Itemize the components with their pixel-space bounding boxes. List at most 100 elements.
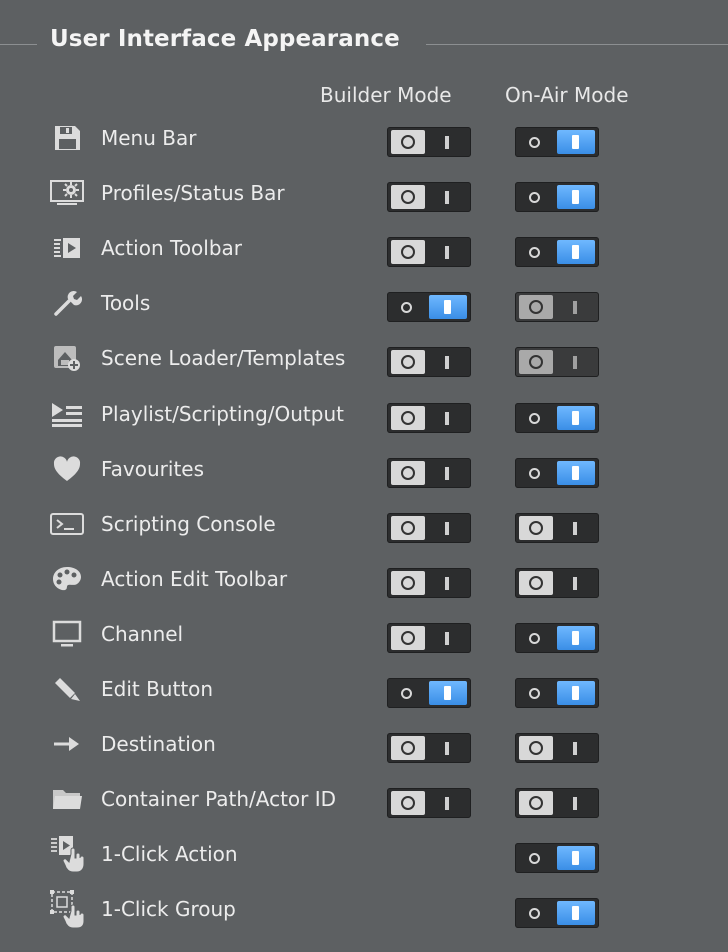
setting-row-channel-on-air-mode-toggle[interactable] [515,622,599,653]
toggle-knob [557,846,595,871]
toggle-off-indicator [529,688,540,699]
setting-row-destination-on-air-mode-toggle[interactable] [515,733,599,764]
setting-row-destination: Destination [0,722,728,764]
setting-row-playlist-scripting-output-builder-mode-toggle[interactable] [387,402,471,433]
setting-row-1-click-group-on-air-mode-toggle[interactable] [515,898,599,929]
toggle-knob [557,681,595,705]
setting-label: Menu Bar [101,126,197,150]
setting-row-menu-bar: Menu Bar [0,116,728,158]
setting-row-action-toolbar-on-air-mode-toggle[interactable] [515,237,599,268]
scene-loader-icon [47,343,87,373]
toggle-knob [519,736,553,761]
toggle-knob [519,350,553,375]
toggle-knob [557,405,595,430]
toggle-knob [557,130,595,154]
toggle-off-indicator [529,853,540,865]
setting-row-tools-builder-mode-toggle[interactable] [387,292,471,323]
setting-row-favourites-builder-mode-toggle[interactable] [387,457,471,488]
setting-row-tools-on-air-mode-toggle[interactable] [515,292,599,323]
setting-row-edit-button: Edit Button [0,667,728,709]
toggle-off-indicator [529,908,540,920]
toggle-knob [391,185,425,210]
toggle-off-indicator [529,192,540,204]
setting-row-scripting-console-builder-mode-toggle[interactable] [387,512,471,543]
toggle-off-indicator [529,632,540,644]
toggle-knob [391,130,425,154]
toggle-on-indicator [573,742,577,756]
toggle-off-indicator [401,302,412,314]
setting-row-action-edit-toolbar-builder-mode-toggle[interactable] [387,567,471,598]
toggle-off-indicator [529,137,540,148]
toggle-knob [391,570,425,595]
setting-label: 1-Click Action [101,842,238,867]
setting-row-edit-button-builder-mode-toggle[interactable] [387,678,471,708]
setting-row-action-edit-toolbar: Action Edit Toolbar [0,557,728,599]
setting-row-playlist-scripting-output: Playlist/Scripting/Output [0,392,728,434]
toggle-on-indicator [573,356,577,370]
monitor-settings-icon [47,178,87,208]
toggle-knob [391,791,425,816]
toggle-on-indicator [445,466,449,480]
on-air-mode-column-header: On-Air Mode [505,83,629,107]
setting-row-favourites: Favourites [0,447,728,489]
palette-icon [47,564,87,594]
setting-label: Edit Button [101,677,214,701]
action-toolbar-icon [47,233,87,263]
setting-row-1-click-action-on-air-mode-toggle[interactable] [515,843,599,874]
setting-row-scripting-console-on-air-mode-toggle[interactable] [515,512,599,543]
setting-row-scene-loader-templates-on-air-mode-toggle[interactable] [515,347,599,378]
wrench-icon [47,288,87,318]
setting-row-menu-bar-builder-mode-toggle[interactable] [387,127,471,157]
toggle-knob [557,460,595,485]
toggle-off-indicator [529,467,540,479]
toggle-knob [557,240,595,265]
toggle-knob [391,625,425,650]
toggle-off-indicator [529,247,540,259]
toggle-knob [519,791,553,816]
toggle-on-indicator [445,246,449,260]
setting-row-playlist-scripting-output-on-air-mode-toggle[interactable] [515,402,599,433]
one-click-action-icon [47,836,87,873]
setting-row-container-path-actor-id-on-air-mode-toggle[interactable] [515,788,599,819]
setting-row-profiles-status-bar: Profiles/Status Bar [0,171,728,213]
setting-row-profiles-status-bar-builder-mode-toggle[interactable] [387,182,471,213]
setting-row-scene-loader-templates-builder-mode-toggle[interactable] [387,347,471,378]
setting-label: Container Path/Actor ID [101,787,337,812]
setting-row-favourites-on-air-mode-toggle[interactable] [515,457,599,488]
toggle-knob [519,515,553,540]
setting-row-1-click-group: 1-Click Group [0,887,728,929]
heart-icon [47,454,87,484]
setting-row-action-edit-toolbar-on-air-mode-toggle[interactable] [515,567,599,598]
toggle-knob [429,295,467,320]
setting-row-action-toolbar: Action Toolbar [0,226,728,268]
toggle-knob [391,350,425,375]
toggle-knob [391,460,425,485]
toggle-on-indicator [445,191,449,205]
toggle-knob [391,515,425,540]
setting-label: Favourites [101,456,205,481]
setting-row-destination-builder-mode-toggle[interactable] [387,733,471,764]
toggle-on-indicator [573,797,577,811]
setting-label: Profiles/Status Bar [101,181,285,206]
setting-row-profiles-status-bar-on-air-mode-toggle[interactable] [515,182,599,213]
setting-label: Playlist/Scripting/Output [101,401,344,426]
header-divider-left [0,44,37,45]
header-divider-right [426,44,728,45]
toggle-on-indicator [573,301,577,315]
toggle-knob [391,736,425,761]
setting-row-container-path-actor-id-builder-mode-toggle[interactable] [387,788,471,819]
setting-label: Action Edit Toolbar [101,566,288,591]
setting-row-action-toolbar-builder-mode-toggle[interactable] [387,237,471,268]
setting-row-menu-bar-on-air-mode-toggle[interactable] [515,127,599,157]
ui-appearance-panel: User Interface Appearance Builder Mode O… [0,0,728,952]
toggle-on-indicator [573,576,577,590]
setting-label: Tools [101,291,151,316]
section-title: User Interface Appearance [50,26,400,52]
toggle-knob [557,185,595,210]
setting-row-edit-button-on-air-mode-toggle[interactable] [515,678,599,708]
toggle-on-indicator [445,521,449,535]
setting-label: Scripting Console [101,511,276,536]
setting-row-channel-builder-mode-toggle[interactable] [387,622,471,653]
toggle-on-indicator [445,136,449,149]
save-icon [47,123,87,153]
